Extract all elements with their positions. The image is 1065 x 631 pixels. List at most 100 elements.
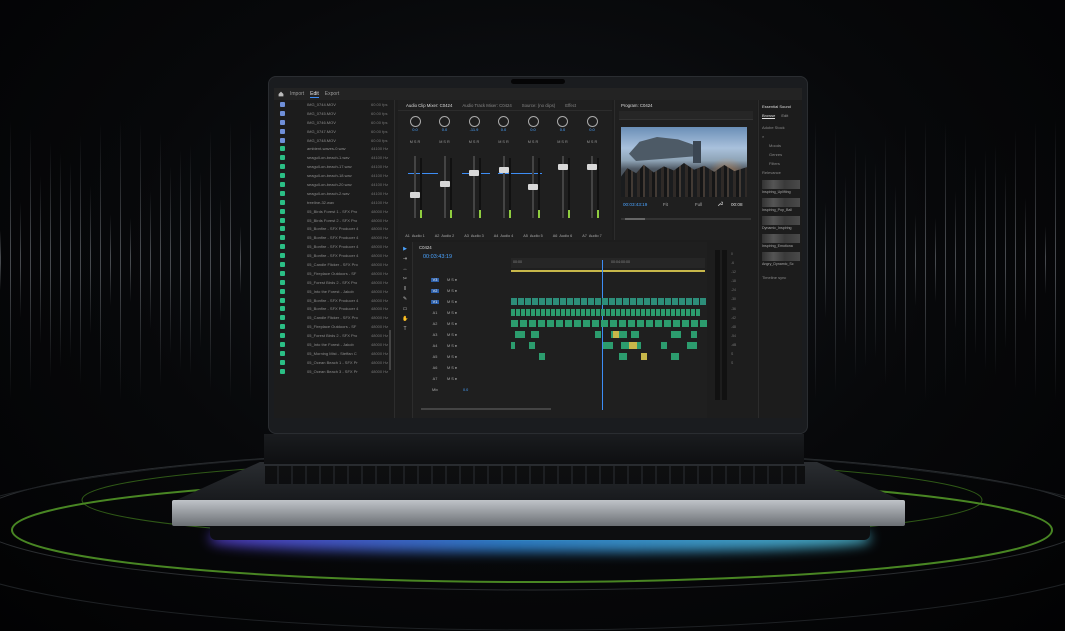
list-item[interactable]: IMG_0745.MOV 60.00 fps — [274, 109, 394, 118]
waveform-thumbnail[interactable] — [762, 198, 800, 207]
sound-result-label[interactable]: Inspiring_Emotiona — [759, 243, 802, 249]
audio-clip[interactable] — [520, 320, 527, 327]
list-item[interactable]: 05_Forest Birds 2 - SFX Pro 48000 Hz — [274, 331, 394, 340]
list-item[interactable]: seagull-on-beach-2.wav 44100 Hz — [274, 189, 394, 198]
video-clip[interactable] — [581, 298, 587, 305]
audio-clip[interactable] — [619, 353, 627, 360]
audio-clip[interactable] — [531, 309, 535, 316]
mute-solo-record[interactable]: M S R — [404, 140, 426, 144]
track-controls[interactable]: M S ● — [447, 289, 457, 293]
audio-clip[interactable] — [591, 309, 595, 316]
audio-clip[interactable] — [583, 320, 590, 327]
audio-clip[interactable] — [581, 309, 585, 316]
list-item[interactable]: 05_Bonfire - SFX Producer 4 48000 Hz — [274, 296, 394, 305]
audio-clip[interactable] — [595, 331, 601, 338]
audio-clip[interactable] — [656, 309, 660, 316]
track-controls[interactable]: M S ● — [447, 366, 457, 370]
audio-clip[interactable] — [691, 320, 698, 327]
audio-clip[interactable] — [686, 309, 690, 316]
track-header[interactable]: A3 M S ● — [413, 331, 509, 340]
list-item[interactable]: treeline-32.wav 44100 Hz — [274, 198, 394, 207]
track-name[interactable]: V2 — [431, 289, 439, 294]
video-clip[interactable] — [588, 298, 594, 305]
pan-knob-icon[interactable] — [527, 116, 539, 127]
audio-clip[interactable] — [538, 320, 545, 327]
list-item[interactable]: 05_Bonfire - SFX Producer 4 48000 Hz — [274, 251, 394, 260]
work-area-bar[interactable] — [511, 270, 705, 272]
list-item[interactable]: 05_Bonfire - SFX Producer 4 48000 Hz — [274, 242, 394, 251]
program-timecode[interactable]: 00:03:43:19 — [623, 202, 647, 207]
video-clip[interactable] — [574, 298, 580, 305]
audio-clip[interactable] — [606, 309, 610, 316]
sound-result-label[interactable]: Dynamic_Inspiring — [759, 225, 802, 231]
audio-clip[interactable] — [596, 309, 600, 316]
sound-result-label[interactable]: Inspiring_Pop_Ball — [759, 207, 802, 213]
mix-value[interactable]: 0.0 — [463, 388, 468, 392]
program-ruler[interactable] — [619, 111, 753, 120]
list-item[interactable]: 05_Morning Mist - Steffan C 48000 Hz — [274, 349, 394, 358]
audio-clip[interactable] — [696, 309, 700, 316]
audio-clip[interactable] — [687, 342, 697, 349]
sequence-tab[interactable]: C0424 — [413, 242, 707, 253]
list-item[interactable]: 05_Ocean Beach 3 - SFX Pr 48000 Hz — [274, 367, 394, 376]
video-clip[interactable] — [546, 298, 552, 305]
sound-result-label[interactable]: Angry_Dynamic_Sc — [759, 261, 802, 267]
list-item[interactable]: 05_Forest Birds 2 - SFX Pro 48000 Hz — [274, 278, 394, 287]
tab-edit[interactable]: Edit — [310, 91, 319, 98]
track-controls[interactable]: M S ● — [447, 377, 457, 381]
audio-clip[interactable] — [515, 331, 525, 338]
yellow-clip[interactable] — [629, 342, 637, 349]
list-item[interactable]: IMG_0746.MOV 60.00 fps — [274, 118, 394, 127]
track-name[interactable]: Mix — [431, 388, 439, 392]
track-header[interactable]: A7 M S ● — [413, 375, 509, 384]
track-header[interactable]: A1 M S ● — [413, 309, 509, 318]
audio-clip[interactable] — [516, 309, 520, 316]
tab-effect[interactable]: Effect — [565, 103, 576, 108]
track-lane[interactable] — [511, 375, 705, 383]
audio-clip[interactable] — [541, 309, 545, 316]
audio-clip[interactable] — [676, 309, 680, 316]
slip-icon[interactable]: ‖ — [402, 286, 408, 292]
sort-select[interactable]: Relevance — [759, 168, 802, 177]
track-name[interactable]: A5 — [431, 355, 439, 359]
pan-knob-icon[interactable] — [439, 116, 450, 127]
track-lane[interactable] — [511, 386, 705, 394]
mute-solo-record[interactable]: M S R — [522, 140, 544, 144]
waveform-thumbnail[interactable] — [762, 180, 800, 189]
audio-clip[interactable] — [664, 320, 671, 327]
waveform-thumbnail[interactable] — [762, 216, 800, 225]
tab-import[interactable]: Import — [290, 91, 304, 97]
audio-clip[interactable] — [671, 309, 675, 316]
track-select-icon[interactable]: ⇥ — [402, 256, 408, 262]
audio-clip[interactable] — [536, 309, 540, 316]
sound-result-label[interactable]: Inspiring_Uplifting — [759, 189, 802, 195]
audio-clip[interactable] — [691, 331, 697, 338]
video-clip[interactable] — [700, 298, 706, 305]
list-item[interactable]: 05_Fireplace Outdoors - SF 48000 Hz — [274, 269, 394, 278]
track-controls[interactable]: M S ● — [447, 278, 457, 282]
list-item[interactable]: seagull-on-beach-17.wav 44100 Hz — [274, 162, 394, 171]
waveform-thumbnail[interactable] — [762, 252, 800, 261]
video-clip[interactable] — [539, 298, 545, 305]
audio-clip[interactable] — [551, 309, 555, 316]
track-name[interactable]: A4 — [431, 344, 439, 348]
list-item[interactable]: 05_Into the Forest - Jakob 48000 Hz — [274, 340, 394, 349]
list-item[interactable]: seagull-on-beach-20.wav 44100 Hz — [274, 180, 394, 189]
video-clip[interactable] — [553, 298, 559, 305]
video-clip[interactable] — [532, 298, 538, 305]
video-clip[interactable] — [637, 298, 643, 305]
hand-icon[interactable]: ✋ — [402, 316, 408, 322]
fader-handle[interactable] — [587, 164, 597, 171]
video-clip[interactable] — [679, 298, 685, 305]
track-header[interactable]: A4 M S ● — [413, 342, 509, 351]
audio-clip[interactable] — [655, 320, 662, 327]
tab-browse[interactable]: Browse — [762, 113, 776, 119]
type-icon[interactable]: T — [402, 326, 408, 332]
video-clip[interactable] — [602, 298, 608, 305]
mute-solo-record[interactable]: M S R — [463, 140, 485, 144]
video-clip[interactable] — [665, 298, 671, 305]
track-lane[interactable] — [511, 287, 705, 295]
video-clip[interactable] — [560, 298, 566, 305]
video-clip[interactable] — [609, 298, 615, 305]
audio-clip[interactable] — [529, 320, 536, 327]
